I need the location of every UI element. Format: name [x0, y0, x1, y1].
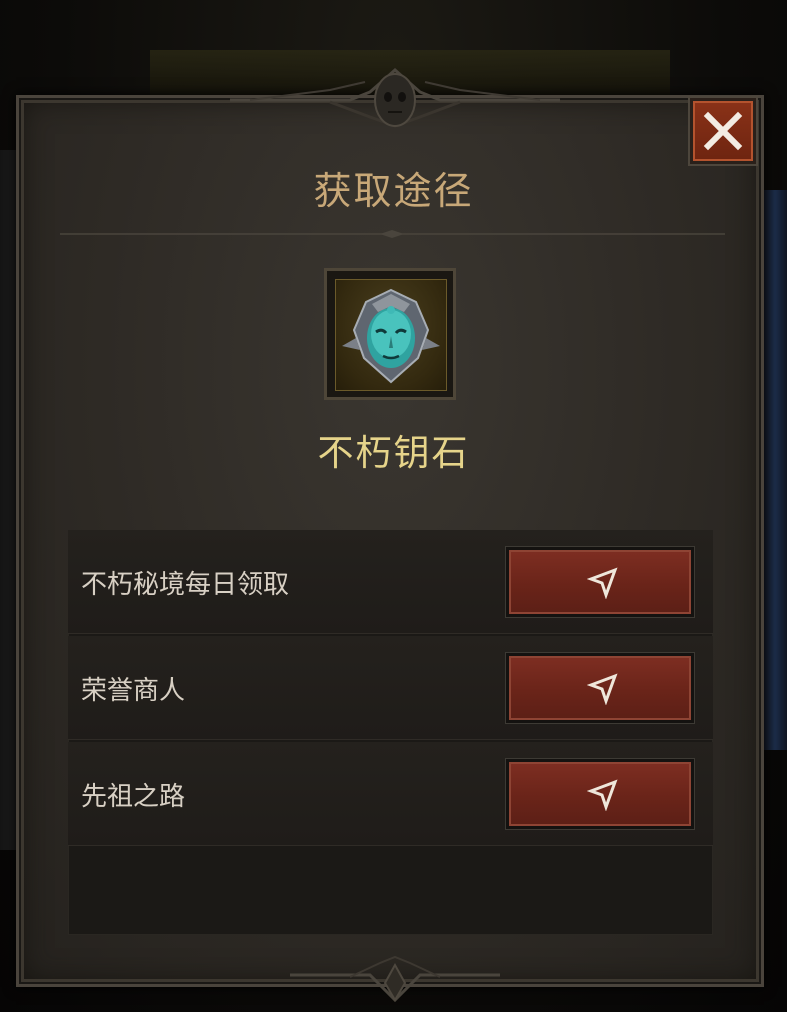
background-left-panel: [0, 150, 16, 850]
dialog-title: 获取途径: [313, 169, 474, 213]
navigate-arrow-icon: [587, 779, 618, 811]
source-row: 先祖之路: [68, 742, 713, 846]
go-to-source-button[interactable]: [506, 759, 694, 829]
item-name: 不朽钥石: [317, 433, 470, 474]
close-x-icon: [703, 111, 743, 151]
title-divider: [60, 230, 725, 238]
source-row: 不朽秘境每日领取: [68, 530, 713, 634]
navigate-arrow-icon: [587, 567, 618, 599]
source-row: 荣誉商人: [68, 636, 713, 740]
item-icon-frame: [324, 268, 456, 400]
item-icon-background: [335, 279, 447, 391]
go-to-source-button[interactable]: [506, 547, 694, 617]
acquisition-source-list: 不朽秘境每日领取 荣誉商人 先祖之路: [68, 530, 713, 935]
source-label: 先祖之路: [81, 782, 186, 812]
top-crest-ornament: [230, 68, 560, 128]
bottom-crest-ornament: [290, 955, 500, 1003]
immortal-keystone-mask-icon: [342, 288, 440, 384]
source-label: 不朽秘境每日领取: [81, 570, 290, 600]
close-button[interactable]: [690, 98, 756, 164]
source-label: 荣誉商人: [81, 676, 186, 706]
navigate-arrow-icon: [587, 673, 618, 705]
go-to-source-button[interactable]: [506, 653, 694, 723]
